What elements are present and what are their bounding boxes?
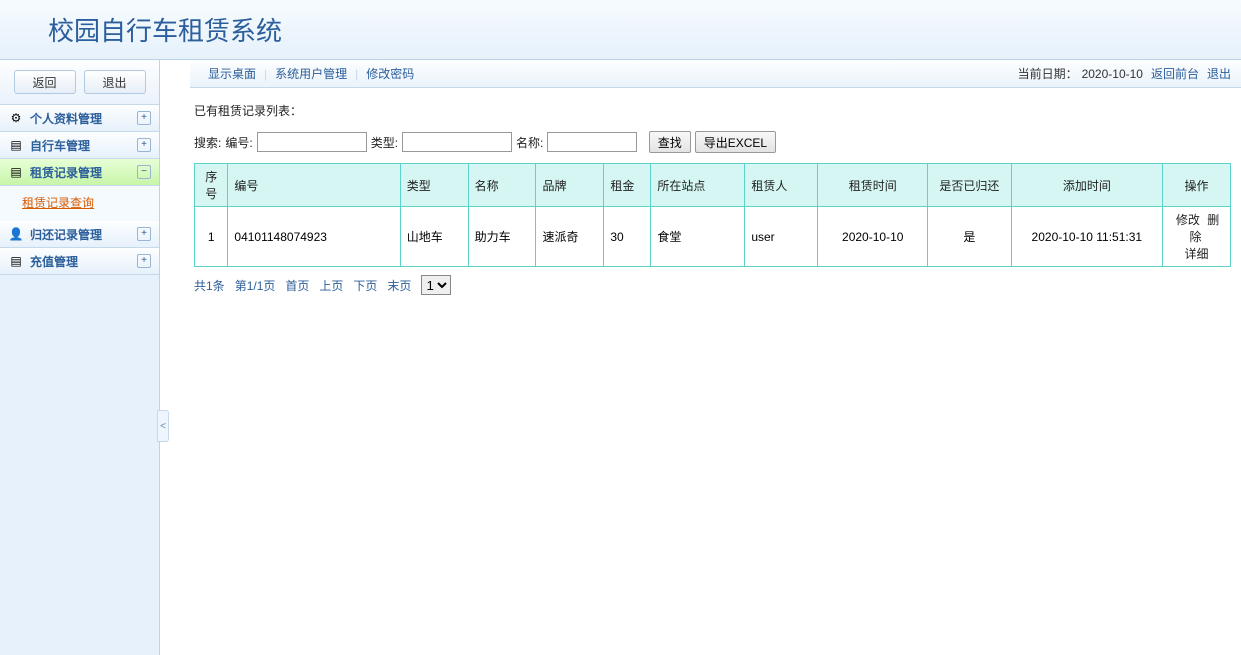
list-icon: ▤ — [8, 137, 24, 153]
app-header: 校园自行车租赁系统 — [0, 0, 1241, 60]
cell-addtime: 2020-10-10 11:51:31 — [1011, 207, 1162, 267]
search-label: 搜索: — [194, 134, 221, 151]
topbar-exit-link[interactable]: 退出 — [1207, 65, 1231, 82]
gear-icon: ⚙ — [8, 110, 24, 126]
sidebar: 返回 退出 ⚙ 个人资料管理 + ▤ 自行车管理 + ▤ 租赁记录管理 − 租赁… — [0, 60, 160, 655]
pager-next[interactable]: 下页 — [353, 277, 377, 294]
expand-icon[interactable]: + — [137, 227, 151, 241]
sidebar-item-label: 个人资料管理 — [30, 110, 137, 127]
main: 显示桌面 | 系统用户管理 | 修改密码 当前日期： 2020-10-10 返回… — [160, 60, 1241, 655]
date-label: 当前日期： — [1018, 65, 1078, 82]
submenu-link[interactable]: 租赁记录查询 — [22, 196, 94, 210]
list-icon: ▤ — [8, 164, 24, 180]
th-seq: 序号 — [195, 164, 228, 207]
th-site: 所在站点 — [651, 164, 745, 207]
th-name: 名称 — [468, 164, 536, 207]
expand-icon[interactable]: + — [137, 254, 151, 268]
expand-icon[interactable]: + — [137, 111, 151, 125]
cell-type: 山地车 — [400, 207, 468, 267]
sidebar-item-rental[interactable]: ▤ 租赁记录管理 − — [0, 159, 159, 186]
sidebar-item-bike[interactable]: ▤ 自行车管理 + — [0, 132, 159, 159]
sidebar-subitem-rental-query[interactable]: 租赁记录查询 — [0, 190, 159, 217]
cell-ops: 修改 删除 详细 — [1163, 207, 1231, 267]
topbar: 显示桌面 | 系统用户管理 | 修改密码 当前日期： 2020-10-10 返回… — [190, 60, 1241, 88]
cell-returned: 是 — [928, 207, 1012, 267]
th-renter: 租赁人 — [745, 164, 818, 207]
topbar-back-link[interactable]: 返回前台 — [1151, 65, 1199, 82]
table-header-row: 序号 编号 类型 名称 品牌 租金 所在站点 租赁人 租赁时间 是否已归还 添加… — [195, 164, 1231, 207]
name-input[interactable] — [547, 132, 637, 152]
th-ops: 操作 — [1163, 164, 1231, 207]
edit-link[interactable]: 修改 — [1176, 213, 1200, 227]
detail-link[interactable]: 详细 — [1185, 247, 1209, 261]
data-table: 序号 编号 类型 名称 品牌 租金 所在站点 租赁人 租赁时间 是否已归还 添加… — [194, 163, 1231, 267]
th-code: 编号 — [228, 164, 400, 207]
cell-seq: 1 — [195, 207, 228, 267]
search-row: 搜索: 编号: 类型: 名称: 查找 导出EXCEL — [194, 131, 1231, 153]
cell-renter: user — [745, 207, 818, 267]
collapse-icon[interactable]: − — [137, 165, 151, 179]
type-input[interactable] — [402, 132, 512, 152]
topbar-link-users[interactable]: 系统用户管理 — [267, 65, 355, 82]
sidebar-item-recharge[interactable]: ▤ 充值管理 + — [0, 248, 159, 275]
th-renttime: 租赁时间 — [818, 164, 928, 207]
pager-last[interactable]: 末页 — [387, 277, 411, 294]
th-type: 类型 — [400, 164, 468, 207]
sidebar-menu: ⚙ 个人资料管理 + ▤ 自行车管理 + ▤ 租赁记录管理 − 租赁记录查询 👤 — [0, 105, 159, 275]
sidebar-item-return[interactable]: 👤 归还记录管理 + — [0, 221, 159, 248]
type-label: 类型: — [371, 134, 398, 151]
sidebar-item-label: 归还记录管理 — [30, 226, 137, 243]
back-button[interactable]: 返回 — [14, 70, 76, 94]
code-label: 编号: — [225, 134, 252, 151]
pager-page: 第1/1页 — [235, 277, 276, 294]
cell-name: 助力车 — [468, 207, 536, 267]
pager-select[interactable]: 1 — [421, 275, 451, 295]
pager: 共1条 第1/1页 首页 上页 下页 末页 1 — [194, 275, 1231, 295]
pager-first[interactable]: 首页 — [285, 277, 309, 294]
list-icon: ▤ — [8, 253, 24, 269]
sidebar-collapse-handle[interactable]: < — [157, 410, 169, 442]
cell-renttime: 2020-10-10 — [818, 207, 928, 267]
sidebar-top-buttons: 返回 退出 — [0, 60, 159, 105]
code-input[interactable] — [257, 132, 367, 152]
app-title: 校园自行车租赁系统 — [48, 11, 282, 48]
sidebar-submenu-rental: 租赁记录查询 — [0, 186, 159, 221]
export-button[interactable]: 导出EXCEL — [695, 131, 776, 153]
topbar-right: 当前日期： 2020-10-10 返回前台 退出 — [1018, 65, 1231, 82]
table-row: 1 04101148074923 山地车 助力车 速派奇 30 食堂 user … — [195, 207, 1231, 267]
exit-button[interactable]: 退出 — [84, 70, 146, 94]
sidebar-item-label: 租赁记录管理 — [30, 164, 137, 181]
pager-prev[interactable]: 上页 — [319, 277, 343, 294]
expand-icon[interactable]: + — [137, 138, 151, 152]
sidebar-item-label: 充值管理 — [30, 253, 137, 270]
pager-total: 共1条 — [194, 277, 225, 294]
th-brand: 品牌 — [536, 164, 604, 207]
cell-code: 04101148074923 — [228, 207, 400, 267]
cell-brand: 速派奇 — [536, 207, 604, 267]
topbar-link-password[interactable]: 修改密码 — [358, 65, 422, 82]
cell-site: 食堂 — [651, 207, 745, 267]
content-title: 已有租赁记录列表： — [194, 102, 1231, 119]
topbar-link-desktop[interactable]: 显示桌面 — [200, 65, 264, 82]
th-rent: 租金 — [604, 164, 651, 207]
th-addtime: 添加时间 — [1011, 164, 1162, 207]
name-label: 名称: — [516, 134, 543, 151]
content: 已有租赁记录列表： 搜索: 编号: 类型: 名称: 查找 导出EXCEL 序号 … — [190, 88, 1241, 305]
sidebar-item-label: 自行车管理 — [30, 137, 137, 154]
find-button[interactable]: 查找 — [649, 131, 691, 153]
th-returned: 是否已归还 — [928, 164, 1012, 207]
date-value: 2020-10-10 — [1082, 67, 1143, 81]
sidebar-item-profile[interactable]: ⚙ 个人资料管理 + — [0, 105, 159, 132]
cell-rent: 30 — [604, 207, 651, 267]
person-icon: 👤 — [8, 226, 24, 242]
